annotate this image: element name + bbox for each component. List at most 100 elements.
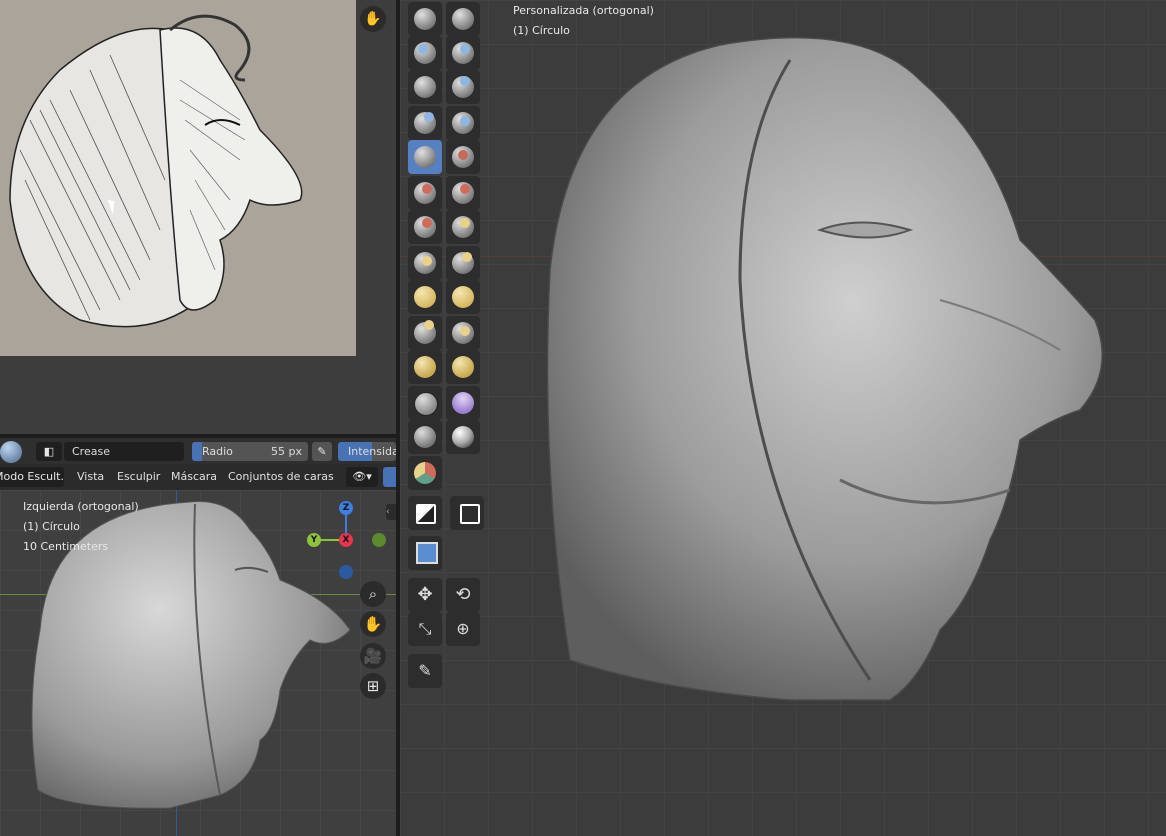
- grid-icon[interactable]: ⊞: [360, 673, 386, 699]
- mode-selector[interactable]: Modo Escult...: [0, 467, 64, 487]
- clay-brush-tool[interactable]: [408, 36, 442, 70]
- elastic-deform-brush-tool[interactable]: [408, 280, 442, 314]
- fill-brush-tool[interactable]: [446, 176, 480, 210]
- clay-mark: [418, 44, 428, 54]
- crease-alt-brush-tool[interactable]: [446, 106, 480, 140]
- smooth-brush-tool[interactable]: [446, 140, 480, 174]
- simplify-brush-tool[interactable]: [408, 420, 442, 454]
- elastic-deform-brush-icon: [414, 286, 436, 308]
- thumb-mark: [424, 320, 434, 330]
- nudge-brush-tool[interactable]: [408, 350, 442, 384]
- scrape-brush-tool[interactable]: [408, 210, 442, 244]
- box-hide-icon: [460, 504, 480, 524]
- blob-mark: [424, 112, 434, 122]
- left-view-name: Izquierda (ortogonal): [23, 500, 139, 513]
- left-object-name: (1) Círculo: [23, 520, 80, 533]
- mask-brush-tool[interactable]: [446, 420, 480, 454]
- clay-strips-brush-tool[interactable]: [446, 36, 480, 70]
- radius-value: 55 px: [271, 445, 302, 458]
- smooth-mark: [458, 150, 468, 160]
- pinch-mark: [422, 256, 432, 266]
- snake-hook-brush-tool[interactable]: [446, 280, 480, 314]
- rotate-brush-icon: [452, 356, 474, 378]
- draw-brush-tool[interactable]: [408, 2, 442, 36]
- reference-sketch-image: [0, 0, 356, 356]
- crease-brush-tool[interactable]: [408, 140, 442, 174]
- cloth-brush-icon: [452, 392, 474, 414]
- visibility-eye-icon[interactable]: 👁▾: [346, 467, 378, 487]
- rotate-brush-tool[interactable]: [446, 350, 480, 384]
- radius-field[interactable]: Radio 55 px: [192, 442, 308, 461]
- multiplane-mark: [460, 218, 470, 228]
- menu-conjuntos-de-caras[interactable]: Conjuntos de caras: [228, 464, 334, 490]
- mesh-filter-tool[interactable]: [408, 536, 442, 570]
- left-3d-viewport[interactable]: Izquierda (ortogonal) (1) Círculo 10 Cen…: [0, 490, 396, 836]
- gizmo-z-axis[interactable]: Z: [339, 501, 353, 515]
- box-hide-tool[interactable]: [450, 496, 484, 530]
- clay-strips-mark: [460, 44, 470, 54]
- pan-hand-icon[interactable]: ✋: [360, 611, 386, 637]
- rotate-tool[interactable]: ⟲: [446, 578, 480, 612]
- menu-mascara[interactable]: Máscara: [171, 464, 217, 490]
- layer-brush-icon: [414, 76, 436, 98]
- menu-vista[interactable]: Vista: [77, 464, 104, 490]
- strength-label: Intensidad: [348, 445, 396, 458]
- draw-brush-icon: [414, 8, 436, 30]
- draw-face-sets-brush-tool[interactable]: [408, 456, 442, 490]
- slide-relax-brush-tool[interactable]: [408, 386, 442, 420]
- pinch-brush-tool[interactable]: [408, 246, 442, 280]
- mask-brush-icon: [452, 426, 474, 448]
- flatten-brush-tool[interactable]: [408, 176, 442, 210]
- annotate-tool[interactable]: ✎: [408, 654, 442, 688]
- main-object-name: (1) Círculo: [513, 24, 570, 37]
- draw-sharp-brush-tool[interactable]: [446, 2, 480, 36]
- transform-icon: ⊕: [456, 619, 470, 638]
- draw-face-sets-brush-icon: [414, 462, 436, 484]
- crease-brush-icon: [414, 146, 436, 168]
- annotate-pencil-icon: ✎: [418, 661, 432, 680]
- radius-field-fill: [192, 442, 202, 461]
- cloth-brush-tool[interactable]: [446, 386, 480, 420]
- sculpt-toolbar: ✥ ⟲ ⤡ ⊕ ✎: [404, 0, 488, 690]
- pan-hand-icon[interactable]: ✋: [360, 6, 386, 32]
- camera-icon[interactable]: 🎥: [360, 643, 386, 669]
- grab-mark: [462, 252, 472, 262]
- gizmo-x-axis[interactable]: X: [339, 533, 353, 547]
- strength-field[interactable]: Intensidad: [338, 442, 396, 461]
- main-view-name: Personalizada (ortogonal): [513, 4, 654, 17]
- mesh-filter-icon: [416, 542, 438, 564]
- head-model-main: [546, 36, 1104, 701]
- move-tool[interactable]: ✥: [408, 578, 442, 612]
- gizmo-y-axis[interactable]: Y: [307, 533, 321, 547]
- gizmo-neg-z-axis[interactable]: [339, 565, 353, 579]
- box-mask-tool[interactable]: [408, 496, 442, 530]
- layer-brush-tool[interactable]: [408, 70, 442, 104]
- sidebar-toggle-icon[interactable]: ‹: [386, 504, 396, 520]
- brush-name-field[interactable]: Crease: [64, 442, 184, 461]
- gizmo-neg-y-axis[interactable]: [372, 533, 386, 547]
- pen-pressure-icon[interactable]: ✎: [312, 442, 332, 461]
- reference-image-panel: ✋: [0, 0, 396, 434]
- slide-relax-brush-icon: [414, 392, 438, 416]
- brush-preview-icon[interactable]: [0, 441, 22, 463]
- pose-mark: [460, 326, 470, 336]
- multiplane-scrape-brush-tool[interactable]: [446, 210, 480, 244]
- inflate-brush-tool[interactable]: [446, 70, 480, 104]
- pose-brush-tool[interactable]: [446, 316, 480, 350]
- transform-tool[interactable]: ⊕: [446, 612, 480, 646]
- radius-label: Radio: [202, 445, 233, 458]
- snake-hook-brush-icon: [452, 286, 474, 308]
- scale-tool[interactable]: ⤡: [408, 612, 442, 646]
- scale-icon: ⤡: [418, 619, 432, 638]
- left-scale-label: 10 Centimeters: [23, 540, 109, 553]
- mode-label: Modo Escult...: [0, 470, 64, 483]
- zoom-icon[interactable]: ⌕: [360, 581, 386, 607]
- blob-brush-tool[interactable]: [408, 106, 442, 140]
- grab-brush-tool[interactable]: [446, 246, 480, 280]
- thumb-brush-tool[interactable]: [408, 316, 442, 350]
- draw-sharp-brush-icon: [452, 8, 474, 30]
- overlay-toggle-icon[interactable]: [383, 467, 396, 487]
- main-3d-viewport[interactable]: Personalizada (ortogonal) (1) Círculo: [400, 0, 1166, 836]
- menu-esculpir[interactable]: Esculpir: [117, 464, 160, 490]
- brush-browse-icon[interactable]: ◧: [36, 442, 62, 461]
